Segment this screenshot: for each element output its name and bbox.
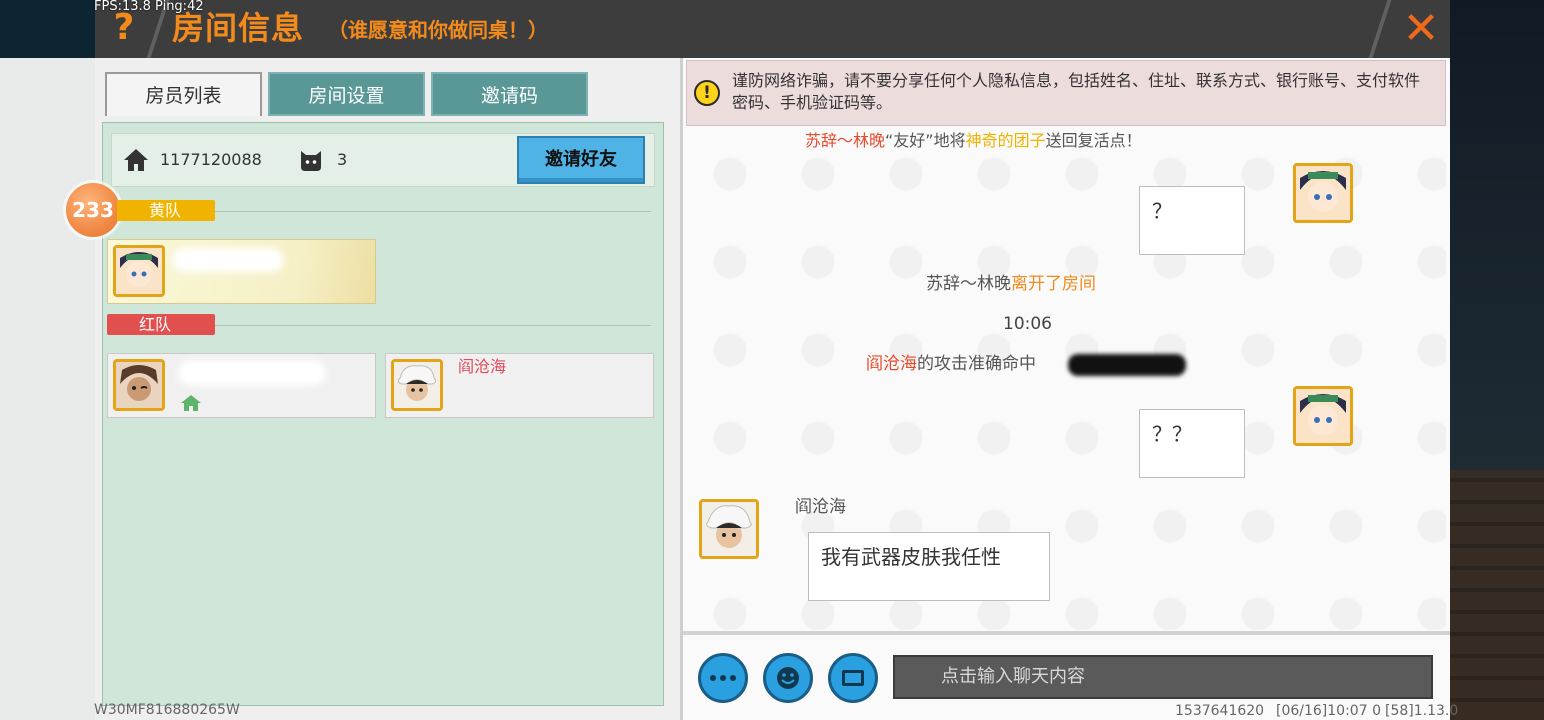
message-text: “友好”地将 (885, 131, 966, 150)
player-name: 神奇的团子 (965, 131, 1046, 150)
chat-divider (683, 631, 1450, 635)
team-label-red: 红队 (107, 314, 215, 335)
keyboard-button[interactable] (828, 653, 878, 703)
redacted-scribble (1068, 354, 1186, 376)
more-dots-icon (710, 675, 736, 681)
tab-member-list[interactable]: 房员列表 (105, 72, 262, 116)
blurred-name (178, 360, 326, 386)
message-text: 送回复活点！ (1045, 131, 1142, 150)
system-message: 阎沧海的攻击准确命中 (866, 353, 1036, 375)
team-divider (215, 325, 651, 326)
invite-friends-button[interactable]: 邀请好友 (517, 136, 645, 184)
players-icon (301, 151, 321, 171)
chat-input[interactable]: 点击输入聊天内容 (893, 655, 1433, 699)
tab-room-settings[interactable]: 房间设置 (268, 72, 425, 116)
room-owner-icon (181, 395, 201, 411)
message-text: 离开了房间 (1011, 274, 1096, 294)
timestamp: [06/16]10:07 0 (1276, 703, 1381, 719)
background-game-fence (1450, 470, 1544, 720)
self-avatar[interactable] (1293, 386, 1353, 446)
chat-bubble-other: 我有武器皮肤我任性 (808, 532, 1050, 601)
player-count: 3 (337, 150, 348, 169)
chat-timestamp: 10:06 (1003, 314, 1052, 334)
level-badge: 233 (66, 183, 120, 237)
warning-icon: ! (694, 80, 720, 106)
emoji-icon (777, 667, 799, 689)
message-text: 的攻击准确命中 (917, 354, 1036, 374)
sender-name: 阎沧海 (795, 497, 846, 517)
player-name: 阎沧海 (866, 354, 917, 374)
background-left-light (0, 58, 95, 720)
blurred-name (172, 248, 284, 272)
system-message: 苏辞～林晚“友好”地将神奇的团子送回复活点！ (805, 130, 1142, 152)
page-subtitle: （谁愿意和你做同桌！） (328, 18, 548, 42)
tab-invite-code[interactable]: 邀请码 (431, 72, 588, 116)
home-icon (124, 149, 148, 171)
member-name: 阎沧海 (458, 357, 507, 376)
close-icon[interactable]: ✕ (1396, 4, 1446, 54)
system-message: 苏辞～林晚离开了房间 (926, 273, 1096, 295)
player-name: 苏辞～林晚 (926, 274, 1011, 294)
chat-bubble-self: ？ (1139, 186, 1245, 255)
member-avatar (391, 359, 443, 411)
sender-avatar[interactable] (699, 499, 759, 559)
more-options-button[interactable] (698, 653, 748, 703)
emoji-button[interactable] (763, 653, 813, 703)
chat-bubble-self: ？？ (1139, 409, 1245, 478)
fps-ping-readout: FPS:13.8 Ping:42 (94, 0, 204, 14)
device-id: W30MF816880265W (94, 702, 240, 718)
page-title: 房间信息 (172, 9, 305, 47)
player-name: 苏辞～林晚 (805, 131, 886, 150)
room-id: 1177120088 (160, 150, 262, 169)
team-label-yellow: 黄队 (117, 200, 215, 221)
self-avatar[interactable] (1293, 163, 1353, 223)
user-id: 1537641620 (1175, 703, 1265, 719)
keyboard-icon (842, 670, 864, 686)
fraud-warning-text: 谨防网络诈骗，请不要分享任何个人隐私信息，包括姓名、住址、联系方式、银行账号、支… (732, 71, 1421, 112)
team-divider (215, 211, 651, 212)
member-avatar (113, 359, 165, 411)
version: [58]1.13.0 (1385, 703, 1459, 719)
member-avatar (113, 245, 165, 297)
